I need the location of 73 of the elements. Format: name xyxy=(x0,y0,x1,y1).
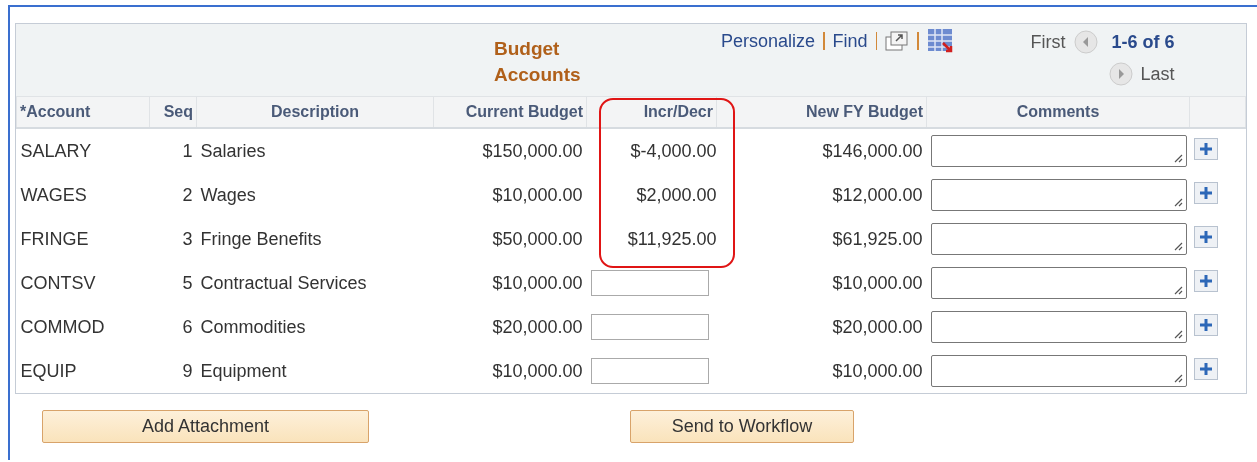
first-label: First xyxy=(1030,31,1066,53)
resize-grip-icon[interactable] xyxy=(1172,241,1183,251)
comment-field[interactable] xyxy=(930,179,1187,211)
input-field[interactable] xyxy=(590,358,709,384)
column-header: Current Budget xyxy=(465,103,583,120)
table-cell: SALARY xyxy=(20,140,92,161)
table-cell: $-4,000.00 xyxy=(630,140,717,161)
next-icon[interactable] xyxy=(1108,62,1133,86)
column-header: *Account xyxy=(20,103,91,120)
table-cell: $10,000.00 xyxy=(492,360,583,381)
table-cell: Equipment xyxy=(200,360,287,381)
add-row-icon[interactable] xyxy=(1193,225,1218,248)
table-cell: 6 xyxy=(182,316,193,337)
column-header: Incr/Decr xyxy=(643,103,713,120)
add-row-icon[interactable] xyxy=(1193,357,1218,380)
table-cell: $10,000.00 xyxy=(492,272,583,293)
resize-grip-icon[interactable] xyxy=(1172,153,1183,163)
toolbar-link[interactable]: Personalize xyxy=(721,30,816,52)
comment-field[interactable] xyxy=(930,267,1187,299)
table-cell: Salaries xyxy=(200,140,266,161)
table-cell: CONTSV xyxy=(20,272,96,293)
comment-field[interactable] xyxy=(930,355,1187,387)
table-cell: $150,000.00 xyxy=(482,140,583,161)
table-cell: 9 xyxy=(182,360,193,381)
table-cell: $61,925.00 xyxy=(832,228,923,249)
table-cell: FRINGE xyxy=(20,228,89,249)
column-header: Comments xyxy=(1016,103,1100,120)
table-cell: $10,000.00 xyxy=(832,360,923,381)
resize-grip-icon[interactable] xyxy=(1172,197,1183,207)
table-cell: 2 xyxy=(182,184,193,205)
table-cell: $10,000.00 xyxy=(492,184,583,205)
add-row-icon[interactable] xyxy=(1193,181,1218,204)
table-cell: Commodities xyxy=(200,316,306,337)
table-cell: 1 xyxy=(182,140,193,161)
add-row-icon[interactable] xyxy=(1193,269,1218,292)
page-range: 1-6 of 6 xyxy=(1111,31,1175,53)
grid-title: Budget Accounts xyxy=(494,37,582,87)
table-cell: Wages xyxy=(200,184,256,205)
resize-grip-icon[interactable] xyxy=(1172,329,1183,339)
action-button[interactable]: Send to Workflow xyxy=(630,410,854,443)
table-cell: $50,000.00 xyxy=(492,228,583,249)
table-cell: $10,000.00 xyxy=(832,272,923,293)
table-cell: 5 xyxy=(182,272,193,293)
comment-field[interactable] xyxy=(930,223,1187,255)
add-row-icon[interactable] xyxy=(1193,137,1218,160)
table-cell: WAGES xyxy=(20,184,87,205)
column-header: New FY Budget xyxy=(805,103,923,120)
table-cell: $146,000.00 xyxy=(822,140,923,161)
column-header: Seq xyxy=(163,103,193,120)
previous-icon[interactable] xyxy=(1073,30,1098,54)
toolbar-link[interactable]: Find xyxy=(832,30,868,52)
table-cell: $20,000.00 xyxy=(832,316,923,337)
resize-grip-icon[interactable] xyxy=(1172,373,1183,383)
table-cell: EQUIP xyxy=(20,360,77,381)
comment-field[interactable] xyxy=(930,135,1187,167)
table-cell: $20,000.00 xyxy=(492,316,583,337)
table-cell: Fringe Benefits xyxy=(200,228,322,249)
table-cell: 3 xyxy=(182,228,193,249)
column-header: Description xyxy=(271,103,359,120)
grid-download-icon[interactable] xyxy=(926,28,955,54)
input-field[interactable] xyxy=(590,270,709,296)
table-cell: $11,925.00 xyxy=(627,228,717,249)
action-button[interactable]: Add Attachment xyxy=(42,410,369,443)
add-row-icon[interactable] xyxy=(1193,313,1218,336)
table-cell: Contractual Services xyxy=(200,272,367,293)
table-cell: $12,000.00 xyxy=(832,184,923,205)
resize-grip-icon[interactable] xyxy=(1172,285,1183,295)
comment-field[interactable] xyxy=(930,311,1187,343)
new-window-icon[interactable] xyxy=(885,30,910,52)
last-label: Last xyxy=(1140,63,1175,85)
table-cell: COMMOD xyxy=(20,316,105,337)
table-cell: $2,000.00 xyxy=(636,184,717,205)
input-field[interactable] xyxy=(590,314,709,340)
